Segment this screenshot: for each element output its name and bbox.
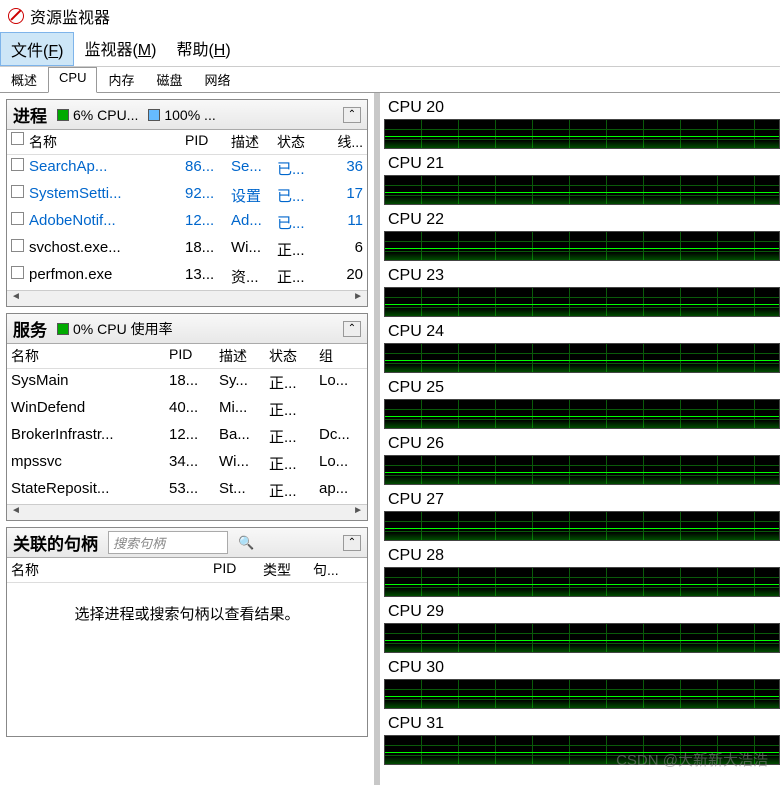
cpu-freq-icon [148, 109, 160, 121]
checkbox[interactable] [11, 212, 24, 225]
cpu-chart: CPU 30 [384, 657, 780, 709]
table-row[interactable]: perfmon.exe13...资...正...20 [7, 263, 367, 290]
services-section: 服务 0% CPU 使用率 ⌃ 名称 PID 描述 状态 组 SysMain18… [6, 313, 368, 521]
process-name: SearchAp... [29, 158, 185, 179]
cpu-chart: CPU 26 [384, 433, 780, 485]
services-title: 服务 [13, 316, 47, 341]
search-icon[interactable]: 🔍 [238, 535, 254, 551]
checkbox[interactable] [11, 266, 24, 279]
cpu-graph-pane: CPU 20 CPU 21 CPU 22 CPU 23 CPU 24 CPU 25 CPU … [380, 93, 780, 785]
cpu-chart: CPU 25 [384, 377, 780, 429]
cpu-graph [384, 399, 780, 429]
h-scrollbar[interactable] [7, 290, 367, 306]
service-name: SysMain [11, 372, 169, 393]
tab-bar: 概述 CPU 内存 磁盘 网络 [0, 67, 780, 93]
search-input[interactable]: 搜索句柄 [108, 531, 228, 554]
table-row[interactable]: WinDefend40...Mi...正... [7, 396, 367, 423]
process-name: AdobeNotif... [29, 212, 185, 233]
handles-empty: 选择进程或搜索句柄以查看结果。 [7, 583, 367, 644]
cpu-graph [384, 567, 780, 597]
checkbox-all[interactable] [11, 132, 24, 145]
process-name: SystemSetti... [29, 185, 185, 206]
table-row[interactable]: mpssvc34...Wi...正...Lo... [7, 450, 367, 477]
cpu-graph [384, 343, 780, 373]
menu-file[interactable]: 文件(F) [0, 32, 74, 66]
collapse-icon[interactable]: ⌃ [343, 107, 361, 123]
cpu-chart: CPU 28 [384, 545, 780, 597]
tab-memory[interactable]: 内存 [97, 67, 145, 92]
collapse-icon[interactable]: ⌃ [343, 535, 361, 551]
cpu-graph [384, 231, 780, 261]
watermark: CSDN @大新新大浩浩 [616, 749, 768, 770]
cpu-graph [384, 175, 780, 205]
table-row[interactable]: SystemSetti...92...设置已...17 [7, 182, 367, 209]
table-row[interactable]: SysMain18...Sy...正...Lo... [7, 369, 367, 396]
cpu-graph [384, 511, 780, 541]
cpu-graph [384, 455, 780, 485]
table-row[interactable]: svchost.exe...18...Wi...正...6 [7, 236, 367, 263]
cpu-chart: CPU 23 [384, 265, 780, 317]
menu-bar: 文件(F) 监视器(M) 帮助(H) [0, 32, 780, 67]
service-name: BrokerInfrastr... [11, 426, 169, 447]
cpu-label: CPU 26 [384, 433, 780, 455]
service-name: WinDefend [11, 399, 169, 420]
checkbox[interactable] [11, 158, 24, 171]
cpu-label: CPU 20 [384, 97, 780, 119]
cpu-label: CPU 28 [384, 545, 780, 567]
cpu-chart: CPU 29 [384, 601, 780, 653]
cpu-label: CPU 24 [384, 321, 780, 343]
app-icon [8, 8, 24, 24]
service-name: mpssvc [11, 453, 169, 474]
window-title: 资源监视器 [30, 4, 110, 28]
svc-usage-icon [57, 323, 69, 335]
cpu-label: CPU 31 [384, 713, 780, 735]
service-name: StateReposit... [11, 480, 169, 501]
cpu-chart: CPU 22 [384, 209, 780, 261]
cpu-label: CPU 29 [384, 601, 780, 623]
handles-title: 关联的句柄 [13, 530, 98, 555]
cpu-chart: CPU 27 [384, 489, 780, 541]
process-name: svchost.exe... [29, 239, 185, 260]
cpu-label: CPU 25 [384, 377, 780, 399]
cpu-graph [384, 119, 780, 149]
menu-help[interactable]: 帮助(H) [166, 32, 240, 66]
left-pane: 进程 6% CPU... 100% ... ⌃ 名称 PID 描述 状态 线..… [0, 93, 380, 785]
processes-header: 名称 PID 描述 状态 线... [7, 130, 367, 155]
table-row[interactable]: AdobeNotif...12...Ad...已...11 [7, 209, 367, 236]
processes-title: 进程 [13, 102, 47, 127]
title-bar: 资源监视器 [0, 0, 780, 32]
cpu-label: CPU 30 [384, 657, 780, 679]
cpu-label: CPU 21 [384, 153, 780, 175]
cpu-label: CPU 27 [384, 489, 780, 511]
cpu-chart: CPU 20 [384, 97, 780, 149]
collapse-icon[interactable]: ⌃ [343, 321, 361, 337]
table-row[interactable]: StateReposit...53...St...正...ap... [7, 477, 367, 504]
cpu-usage-icon [57, 109, 69, 121]
cpu-label: CPU 23 [384, 265, 780, 287]
cpu-chart: CPU 24 [384, 321, 780, 373]
cpu-graph [384, 679, 780, 709]
tab-cpu[interactable]: CPU [48, 67, 97, 93]
table-row[interactable]: SearchAp...86...Se...已...36 [7, 155, 367, 182]
process-name: perfmon.exe [29, 266, 185, 287]
tab-network[interactable]: 网络 [194, 67, 242, 92]
menu-monitor[interactable]: 监视器(M) [74, 32, 166, 66]
tab-disk[interactable]: 磁盘 [145, 67, 193, 92]
cpu-graph [384, 287, 780, 317]
h-scrollbar[interactable] [7, 504, 367, 520]
checkbox[interactable] [11, 239, 24, 252]
table-row[interactable]: BrokerInfrastr...12...Ba...正...Dc... [7, 423, 367, 450]
cpu-chart: CPU 21 [384, 153, 780, 205]
handles-header: 名称 PID 类型 句... [7, 558, 367, 583]
handles-section: 关联的句柄 搜索句柄 🔍 ⌃ 名称 PID 类型 句... 选择进程或搜索句柄以… [6, 527, 368, 737]
tab-overview[interactable]: 概述 [0, 67, 48, 92]
services-header: 名称 PID 描述 状态 组 [7, 344, 367, 369]
cpu-label: CPU 22 [384, 209, 780, 231]
cpu-graph [384, 623, 780, 653]
checkbox[interactable] [11, 185, 24, 198]
processes-section: 进程 6% CPU... 100% ... ⌃ 名称 PID 描述 状态 线..… [6, 99, 368, 307]
